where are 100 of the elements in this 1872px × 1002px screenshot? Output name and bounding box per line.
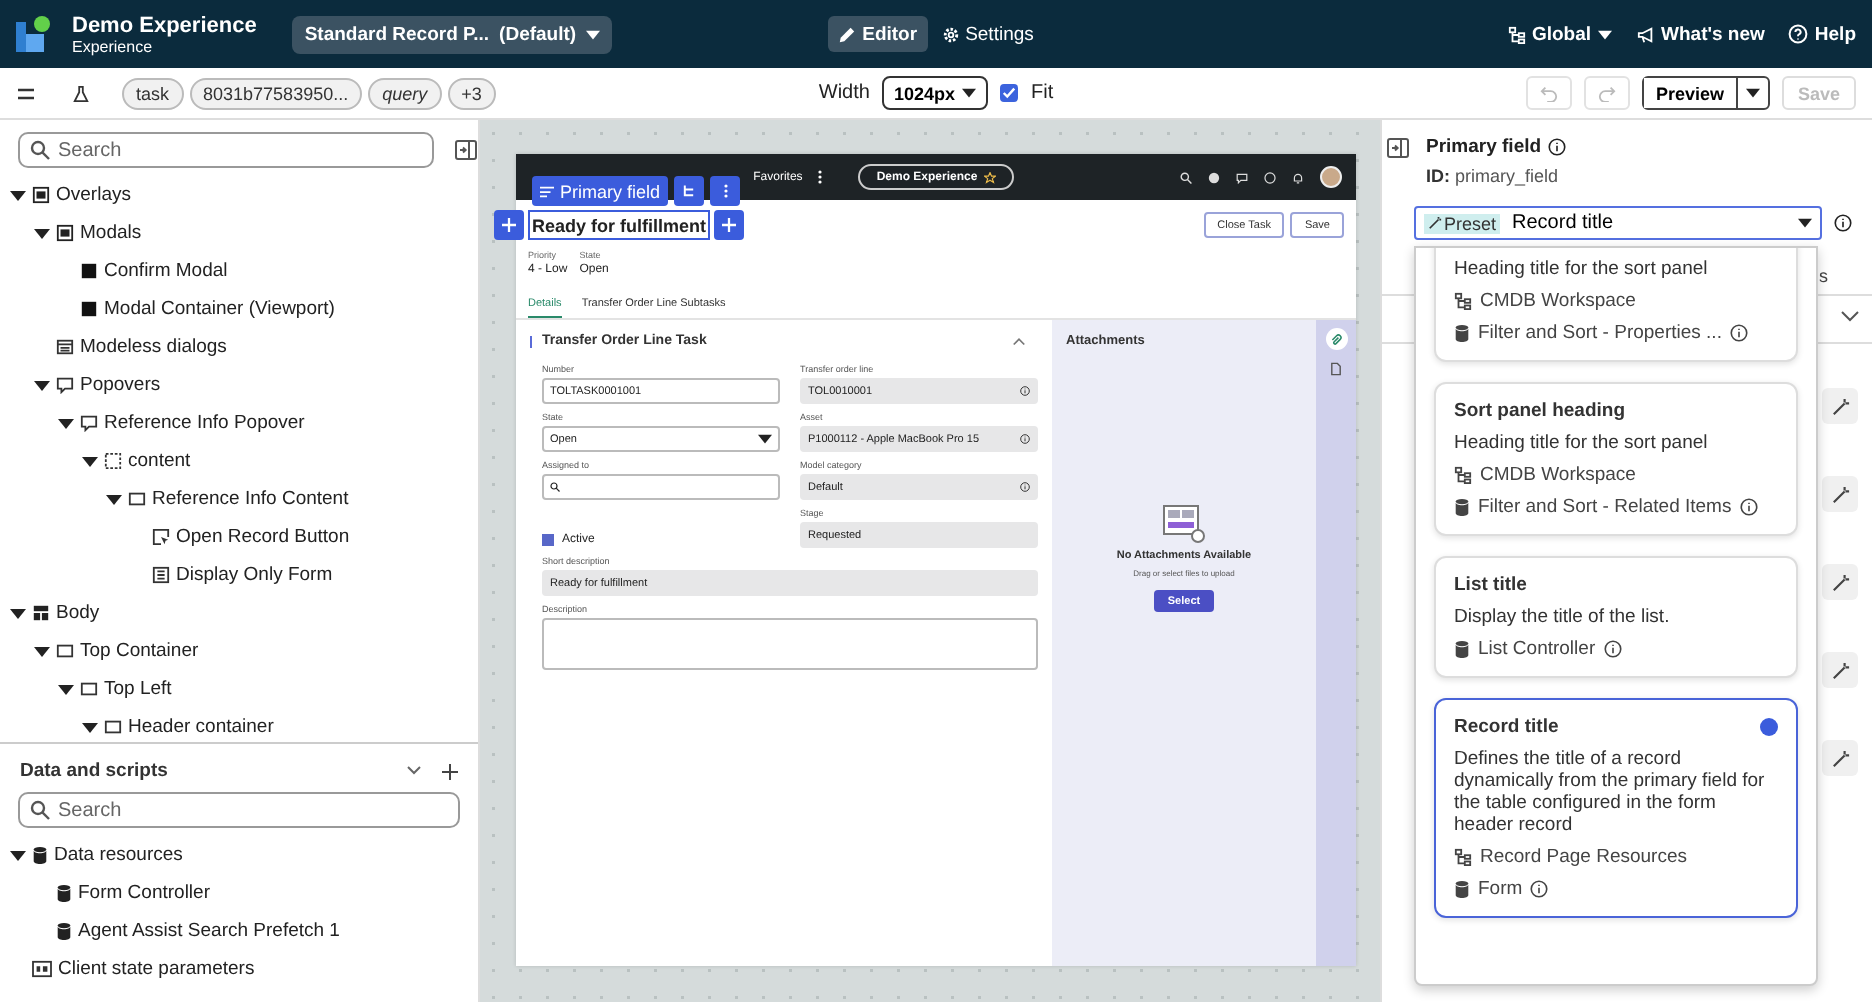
collapse-icon[interactable] (58, 415, 74, 431)
checkbox-label: Fit (1030, 82, 1054, 104)
add-button[interactable] (494, 210, 524, 240)
preset-option[interactable]: List title Display the title of the list. List Controller (1434, 556, 1798, 678)
experience-name: CMDB Workspace (1480, 464, 1636, 486)
info-icon (1020, 386, 1030, 396)
preset-option[interactable]: Sort panel heading Heading title for the sort panel CMDB Workspace Filter and Sort - Related Items (1434, 382, 1798, 536)
preset-option[interactable]: Record title Defines the title of a record dynamically from the primary field for the table configured in the form header record Record Page Resources Form (1434, 698, 1798, 918)
add-button[interactable] (714, 210, 745, 240)
input-field[interactable] (542, 474, 780, 500)
wand-button[interactable] (1822, 388, 1858, 424)
property-id: ID: primary_field (1426, 166, 1561, 186)
collapse-icon[interactable] (34, 643, 50, 659)
tree-item[interactable]: Confirm Modal (0, 252, 478, 290)
tree-item[interactable]: Agent Assist Search Prefetch 1 (0, 912, 478, 950)
tree-item[interactable]: Modeless dialogs (0, 328, 478, 366)
search-field[interactable]: Search (18, 792, 460, 828)
component-label[interactable]: Primary field (532, 176, 669, 206)
check-icon (1002, 86, 1017, 100)
tree-item[interactable]: Open Record Button (0, 518, 478, 556)
tree-item[interactable]: Top Container (0, 632, 478, 670)
wand-icon (1831, 573, 1849, 591)
wand-button[interactable] (1822, 652, 1858, 688)
selected-check-icon (1760, 718, 1778, 736)
database-icon (56, 922, 72, 940)
more-button[interactable] (710, 176, 741, 206)
checkbox[interactable] (542, 534, 554, 546)
data-resource-name: Filter and Sort - Related Items (1478, 496, 1732, 518)
tree-item[interactable]: Popovers (0, 366, 478, 404)
parameter-chip[interactable]: task (122, 77, 184, 109)
rectangle-icon (128, 490, 146, 508)
rectangle-icon (104, 718, 122, 736)
width-select[interactable]: 1024px (881, 76, 989, 110)
wand-button[interactable] (1822, 476, 1858, 512)
redo-icon (1597, 84, 1616, 102)
caret-icon (962, 88, 977, 98)
tree-item[interactable]: Reference Info Content (0, 480, 478, 518)
search-icon (1180, 171, 1192, 183)
preset-select[interactable]: Preset Record title (1414, 206, 1822, 240)
tree-item[interactable]: Form Controller (0, 874, 478, 912)
tree-item[interactable]: Data resources (0, 836, 478, 874)
header-link[interactable]: Help (1788, 23, 1856, 45)
wand-button[interactable] (1822, 564, 1858, 600)
speech-bubble-icon (56, 376, 74, 394)
tree-item[interactable]: Body (0, 594, 478, 632)
header-link[interactable]: What's new (1635, 23, 1765, 45)
gear-icon (941, 25, 960, 43)
attachment-button[interactable] (1325, 328, 1347, 350)
database-icon (56, 884, 72, 902)
collapse-icon[interactable] (82, 453, 98, 469)
data-resource-name: List Controller (1478, 638, 1596, 660)
collapse-icon[interactable] (34, 377, 50, 393)
chevron-up-icon[interactable] (1012, 336, 1026, 346)
wand-button[interactable] (1822, 740, 1858, 776)
avatar[interactable] (1320, 166, 1342, 188)
database-icon (1454, 880, 1470, 898)
search-field[interactable]: Search (18, 132, 434, 168)
collapse-icon[interactable] (34, 225, 50, 241)
chevron-down-icon (1840, 310, 1860, 322)
scope-select[interactable]: Global (1507, 23, 1612, 45)
preset-option[interactable]: Heading title for the sort panel CMDB Workspace Filter and Sort - Properties ... (1434, 248, 1798, 362)
tree-item[interactable]: Top Left (0, 670, 478, 708)
info-icon (1530, 880, 1549, 898)
caret-icon (1597, 29, 1612, 39)
collapse-icon[interactable] (10, 847, 26, 863)
mode-tab[interactable]: Editor (828, 16, 928, 52)
record-title[interactable]: Ready for fulfillment (528, 210, 711, 240)
tree-item[interactable]: Modals (0, 214, 478, 252)
tree-item[interactable]: content (0, 442, 478, 480)
collapse-icon[interactable] (58, 681, 74, 697)
paperclip-icon (1330, 333, 1342, 345)
tree-item[interactable]: Client state parameters (0, 950, 478, 988)
app-subtitle: Experience (72, 37, 155, 55)
tree-item[interactable]: Header container (0, 708, 478, 742)
component-button[interactable] (674, 176, 705, 206)
hierarchy-icon (1454, 292, 1472, 310)
tree-item[interactable]: Modal Container (Viewport) (0, 290, 478, 328)
caret-icon (586, 29, 601, 39)
preview-button[interactable]: Preview (1641, 76, 1770, 110)
parameter-chip[interactable]: +3 (447, 77, 496, 109)
collapse-icon[interactable] (10, 605, 26, 621)
tab[interactable]: s (1819, 266, 1828, 286)
menu-icon (16, 85, 36, 101)
tree-item[interactable]: Display Only Form (0, 556, 478, 594)
parameter-chip[interactable]: query (368, 77, 442, 109)
hierarchy-icon (1454, 848, 1472, 866)
parameter-chip[interactable]: 8031b77583950... (189, 77, 363, 109)
page-select[interactable]: Standard Record P... (Default) (292, 15, 613, 53)
tree-item[interactable]: Reference Info Popover (0, 404, 478, 442)
info-icon (1729, 324, 1748, 342)
collapse-icon[interactable] (10, 187, 26, 203)
mode-tab[interactable]: Settings (931, 16, 1044, 52)
dialog-icon (56, 338, 74, 356)
wand-icon (1831, 397, 1849, 415)
pencil-icon (838, 25, 857, 43)
checkbox[interactable] (1000, 84, 1019, 102)
collapse-icon[interactable] (106, 491, 122, 507)
panel-toggle-icon (454, 138, 478, 162)
tree-item[interactable]: Overlays (0, 176, 478, 214)
collapse-icon[interactable] (82, 719, 98, 735)
